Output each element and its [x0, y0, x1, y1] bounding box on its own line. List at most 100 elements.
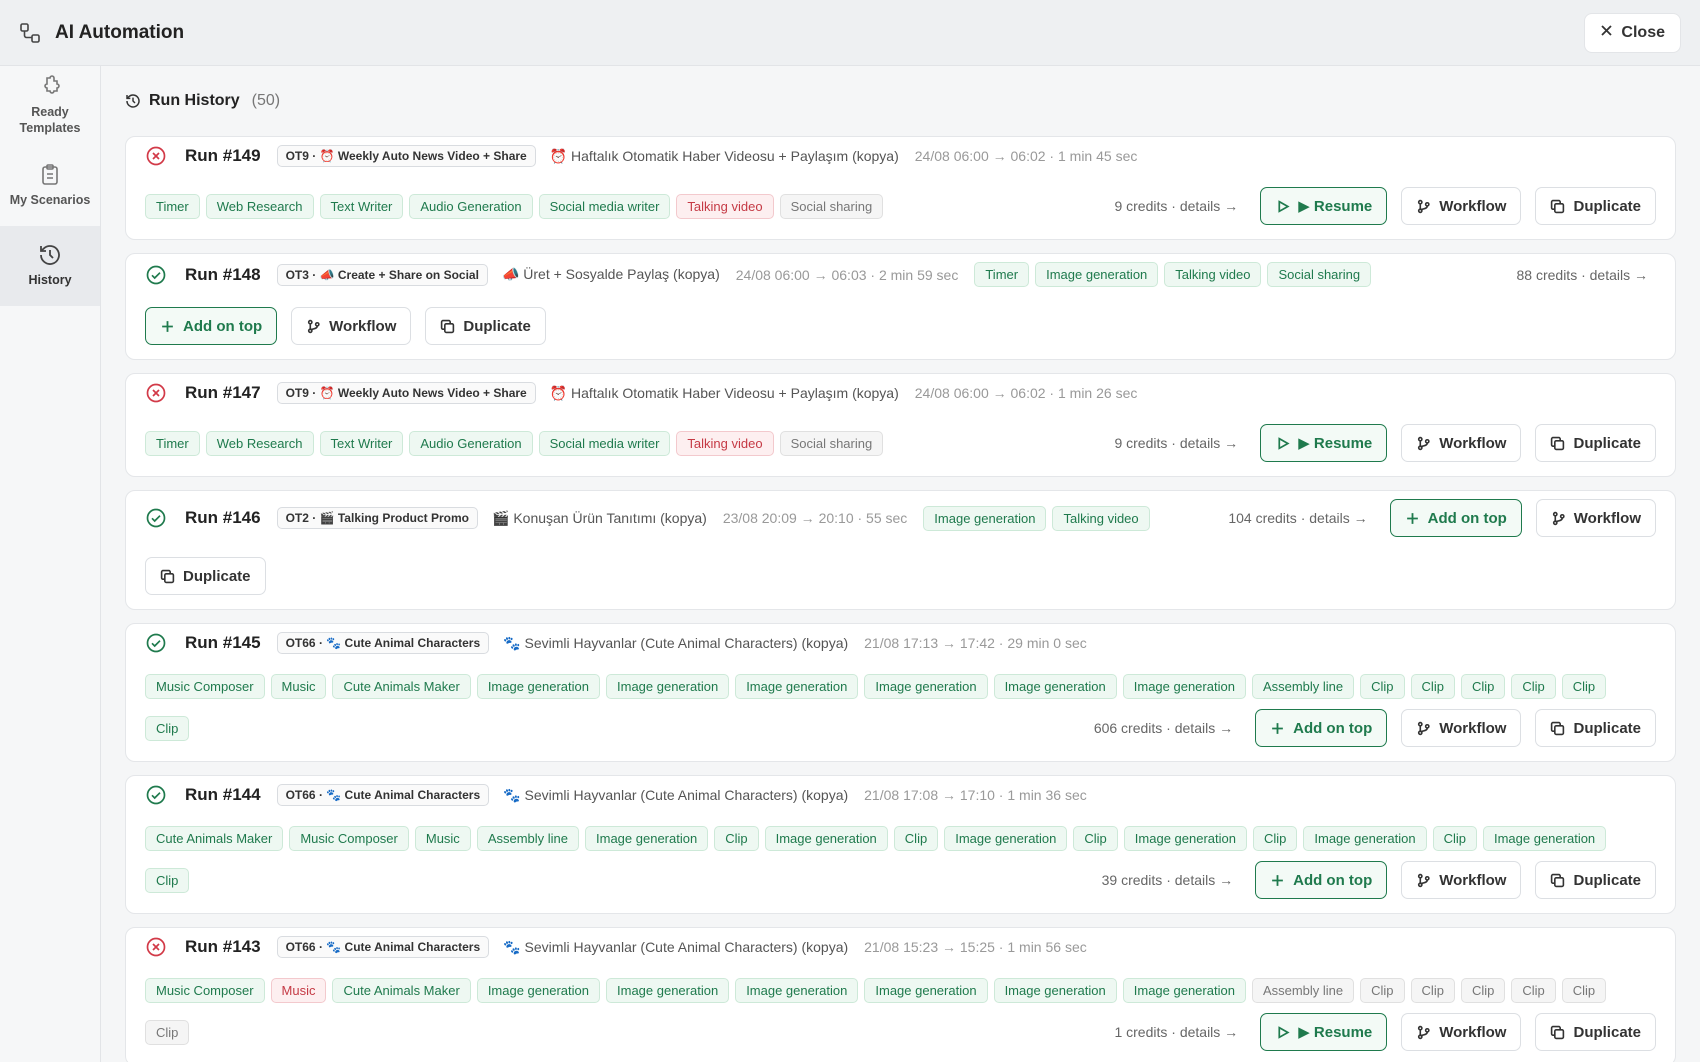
- duplicate-label: Duplicate: [463, 317, 531, 335]
- credits-details-link[interactable]: 1 credits · details →: [1114, 1024, 1238, 1040]
- template-badge: OT66 · 🐾 Cute Animal Characters: [276, 784, 490, 806]
- scenario-name: ⏰ Haftalık Otomatik Haber Videosu + Payl…: [549, 384, 899, 401]
- close-button[interactable]: Close: [1584, 13, 1681, 53]
- run-card: Run #145 OT66 · 🐾 Cute Animal Characters 🐾…: [125, 623, 1676, 762]
- duplicate-button[interactable]: Duplicate: [1535, 187, 1656, 225]
- resume-label: ▶ Resume: [1298, 198, 1373, 215]
- run-time: 21/08 17:08 → 17:10 · 1 min 36 sec: [864, 787, 1087, 803]
- step-tag: Assembly line: [1251, 674, 1355, 699]
- step-tag: Social sharing: [779, 430, 884, 456]
- credits-details-link[interactable]: 9 credits · details →: [1114, 198, 1238, 214]
- step-tag: Timer: [145, 430, 200, 456]
- add-on-top-button[interactable]: Add on top: [1255, 861, 1388, 899]
- workflow-button[interactable]: Workflow: [291, 307, 412, 345]
- workflow-icon: [1416, 1025, 1431, 1040]
- credits-details-link[interactable]: 88 credits · details →: [1517, 267, 1649, 283]
- duplicate-button[interactable]: Duplicate: [145, 557, 266, 595]
- run-title[interactable]: Run #146: [185, 508, 261, 528]
- credits-details-link[interactable]: 9 credits · details →: [1114, 435, 1238, 451]
- step-tag: Image generation: [993, 674, 1117, 699]
- run-title[interactable]: Run #144: [185, 785, 261, 805]
- run-title[interactable]: Run #147: [185, 383, 261, 403]
- resume-button[interactable]: ▶ Resume: [1260, 424, 1388, 462]
- sidebar-item-my-scenarios[interactable]: My Scenarios: [0, 146, 100, 226]
- step-tag: Image generation: [864, 978, 988, 1003]
- add-on-top-button[interactable]: Add on top: [1255, 709, 1388, 747]
- step-tag: Timer: [145, 193, 200, 219]
- credits-details-link[interactable]: 104 credits · details →: [1228, 510, 1367, 526]
- workflow-button[interactable]: Workflow: [1401, 187, 1522, 225]
- history-icon: [126, 94, 140, 108]
- sidebar-item-label: My Scenarios: [9, 193, 91, 208]
- workflow-label: Workflow: [1573, 509, 1641, 527]
- copy-icon: [1550, 721, 1565, 736]
- workflow-label: Workflow: [1439, 871, 1507, 889]
- add-on-top-label: Add on top: [1427, 509, 1507, 527]
- workflow-button[interactable]: Workflow: [1401, 861, 1522, 899]
- sidebar-item-label: History: [28, 273, 72, 288]
- run-time: 21/08 15:23 → 15:25 · 1 min 56 sec: [864, 939, 1087, 955]
- run-time: 24/08 06:00 → 06:03 · 2 min 59 sec: [735, 266, 959, 283]
- step-tag: Social sharing: [1267, 262, 1372, 287]
- plus-icon: [1405, 511, 1420, 526]
- plus-icon: [1270, 873, 1285, 888]
- step-tag: Music: [270, 978, 327, 1003]
- workflow-button[interactable]: Workflow: [1401, 709, 1522, 747]
- step-tag: Clip: [1460, 674, 1506, 699]
- step-tag: Audio Generation: [409, 430, 533, 456]
- failed-icon: [145, 145, 167, 167]
- sidebar-item-ready-templates[interactable]: Ready Templates: [0, 66, 100, 146]
- copy-icon: [160, 569, 175, 584]
- step-tag: Clip: [1360, 674, 1405, 699]
- credits-details-link[interactable]: 606 credits · details →: [1094, 720, 1233, 736]
- sidebar-item-history[interactable]: History: [0, 226, 100, 306]
- duplicate-button[interactable]: Duplicate: [1535, 861, 1656, 899]
- step-tag: Clip: [145, 867, 190, 893]
- step-tag: Clip: [1252, 826, 1298, 851]
- workflow-icon: [306, 319, 321, 334]
- workflow-button[interactable]: Workflow: [1401, 1013, 1522, 1051]
- run-title[interactable]: Run #145: [185, 633, 261, 653]
- scenario-name: 🐾 Sevimli Hayvanlar (Cute Animal Charact…: [503, 786, 849, 803]
- duplicate-button[interactable]: Duplicate: [1535, 709, 1656, 747]
- add-on-top-button[interactable]: Add on top: [145, 307, 278, 345]
- duplicate-label: Duplicate: [1573, 871, 1641, 889]
- run-title[interactable]: Run #143: [185, 937, 261, 957]
- credits-details-link[interactable]: 39 credits · details →: [1102, 872, 1234, 888]
- scenario-name: 🐾 Sevimli Hayvanlar (Cute Animal Charact…: [503, 938, 849, 955]
- workflow-label: Workflow: [329, 317, 397, 335]
- close-label: Close: [1621, 24, 1665, 41]
- step-tag: Music Composer: [289, 826, 409, 851]
- plus-icon: [160, 319, 175, 334]
- resume-button[interactable]: ▶ Resume: [1260, 1013, 1388, 1051]
- run-history-header: Run History (50): [125, 66, 1676, 136]
- step-tag: Assembly line: [476, 826, 580, 851]
- run-card: Run #143 OT66 · 🐾 Cute Animal Characters 🐾…: [125, 927, 1676, 1062]
- resume-button[interactable]: ▶ Resume: [1260, 187, 1388, 225]
- close-icon: [1600, 24, 1613, 42]
- run-title[interactable]: Run #148: [185, 265, 261, 285]
- workflow-icon: [1416, 199, 1431, 214]
- workflow-icon: [1416, 873, 1431, 888]
- duplicate-button[interactable]: Duplicate: [1535, 424, 1656, 462]
- sidebar-item-label: Ready Templates: [19, 105, 81, 135]
- run-card: Run #148 OT3 · 📣 Create + Share on Social…: [125, 253, 1676, 360]
- add-on-top-button[interactable]: Add on top: [1389, 499, 1522, 537]
- template-badge: OT66 · 🐾 Cute Animal Characters: [276, 632, 490, 654]
- duplicate-button[interactable]: Duplicate: [1535, 1013, 1656, 1051]
- run-time: 23/08 20:09 → 20:10 · 55 sec: [722, 510, 908, 526]
- template-badge: OT3 · 📣 Create + Share on Social: [276, 263, 488, 286]
- workflow-button[interactable]: Workflow: [1535, 499, 1656, 537]
- step-tag: Image generation: [476, 674, 600, 699]
- step-tag: Cute Animals Maker: [145, 826, 284, 851]
- workflow-button[interactable]: Workflow: [1401, 424, 1522, 462]
- run-title[interactable]: Run #149: [185, 146, 261, 166]
- workflow-icon: [1416, 436, 1431, 451]
- step-tag: Talking video: [676, 430, 774, 456]
- step-tag: Image generation: [1035, 262, 1159, 287]
- clipboard-icon: [42, 164, 58, 185]
- duplicate-button[interactable]: Duplicate: [425, 307, 546, 345]
- add-on-top-label: Add on top: [183, 317, 263, 335]
- step-tag: Image generation: [864, 674, 988, 699]
- template-badge: OT9 · ⏰ Weekly Auto News Video + Share: [276, 382, 536, 404]
